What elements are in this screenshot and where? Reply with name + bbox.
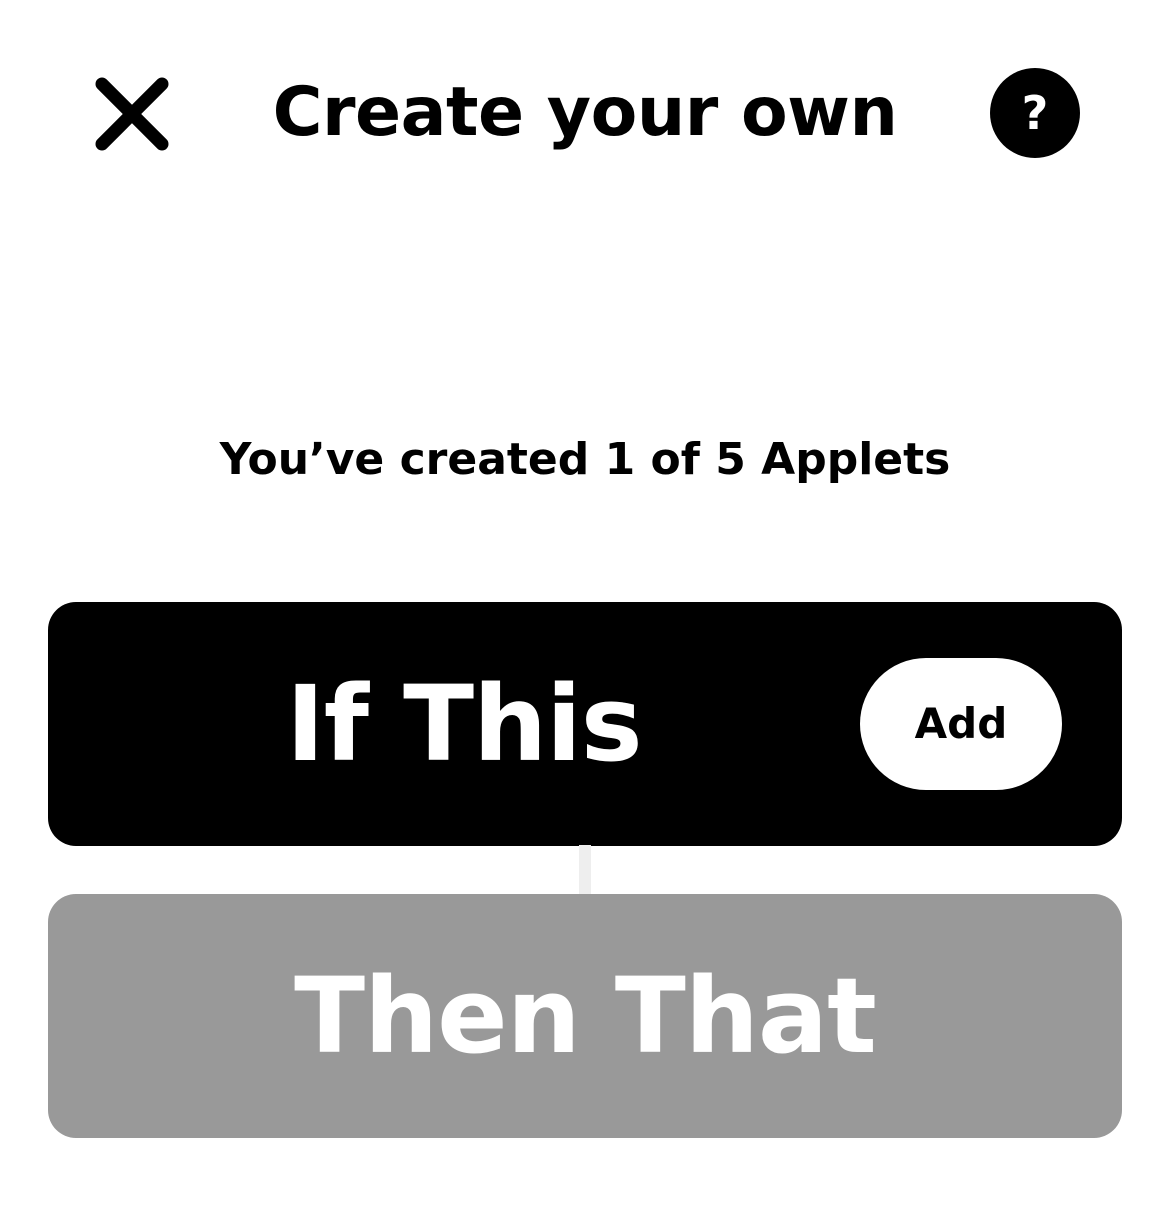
if-this-block[interactable]: If This Add [48, 602, 1122, 846]
then-that-label: Then That [294, 955, 877, 1077]
add-button-label: Add [914, 699, 1008, 748]
header: Create your own ? [0, 0, 1170, 230]
applet-count-text: You’ve created 1 of 5 Applets [219, 434, 951, 485]
question-mark-icon: ? [1021, 86, 1049, 140]
if-this-label: If This [286, 663, 643, 785]
block-connector [579, 845, 591, 895]
then-that-block: Then That [48, 894, 1122, 1138]
help-button[interactable]: ? [990, 68, 1080, 158]
add-trigger-button[interactable]: Add [860, 658, 1062, 790]
